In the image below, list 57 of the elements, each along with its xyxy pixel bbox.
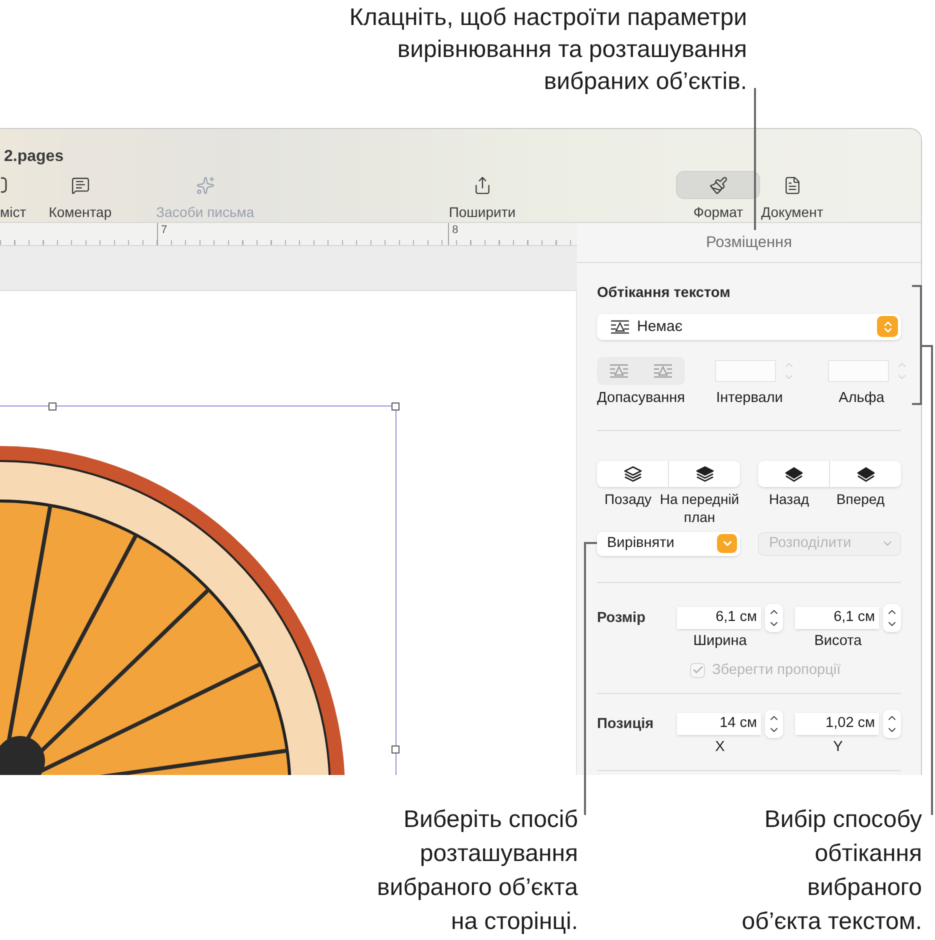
text-wrap-icon [653, 364, 673, 378]
sparkle-icon [196, 176, 215, 194]
field-label: X [715, 738, 725, 756]
row-label: Позиція [597, 715, 655, 734]
button-label: Вперед [835, 490, 886, 508]
stepper[interactable] [765, 710, 783, 738]
toolbar-button[interactable] [676, 171, 760, 199]
ruler-label: 7 [157, 223, 168, 245]
number-field[interactable]: 14 см [677, 713, 761, 736]
toolbar-label: Формат [693, 205, 744, 219]
layers-icon [694, 464, 714, 482]
toolbar-label: Документ [761, 205, 824, 219]
toolbar-label: Поширити [448, 205, 516, 219]
number-field[interactable]: 6,1 см [677, 606, 761, 628]
window-title: 2.pages [4, 147, 64, 167]
number-field[interactable] [828, 360, 889, 382]
callout-text: Клацніть, щоб настроїти параметри вирівнювання та розташування вибраних об’єктів. [349, 3, 747, 97]
field-label: Висота [814, 632, 862, 650]
field-label: Альфа [838, 388, 884, 408]
resize-handle[interactable] [392, 402, 400, 410]
sidebar-tab[interactable]: Розміщення [706, 230, 792, 254]
speech-bubble-icon [70, 176, 90, 194]
share-icon [472, 176, 492, 194]
stepper[interactable] [883, 710, 901, 738]
resize-handle[interactable] [48, 402, 56, 410]
document-icon [782, 176, 802, 194]
ruler-label: 8 [448, 223, 458, 245]
field-label: Ширина [693, 632, 747, 650]
align-dropdown[interactable]: Вирівняти [597, 532, 740, 556]
layers-icon [622, 464, 642, 482]
dropdown-arrows-icon [877, 316, 898, 338]
stepper[interactable] [765, 604, 783, 632]
wrap-dropdown[interactable]: Немає [597, 314, 901, 340]
row-label: Розмір [597, 608, 646, 628]
button-label: На передній план [659, 490, 740, 526]
field-label: Допасування [597, 388, 685, 408]
text-wrap-icon [610, 320, 630, 334]
callout-text: Вибір способу обтікання вибраного об’єкта текстом. [740, 805, 922, 937]
text-wrap-icon [609, 364, 629, 378]
chevron-icon [717, 534, 737, 553]
button-label: Назад [768, 490, 810, 508]
paintbrush-icon [708, 176, 728, 194]
button-label: Позаду [603, 490, 653, 509]
toolbar-label: міст [0, 205, 26, 219]
toolbar-label: Коментар [48, 205, 112, 219]
stepper[interactable] [883, 604, 901, 632]
number-field[interactable] [715, 360, 776, 382]
layers-icon [784, 464, 804, 482]
field-label: Y [833, 738, 843, 756]
section-title: Обтікання текстом [597, 284, 732, 303]
number-field[interactable]: 6,1 см [795, 606, 879, 628]
toolbar-label: Засоби письма [156, 205, 254, 219]
field-label: Інтервали [716, 388, 783, 408]
resize-handle[interactable] [392, 746, 400, 754]
layers-icon [856, 464, 876, 482]
callout-text: Виберіть спосіб розташування вибраного об’єкта на сторінці. [376, 805, 578, 937]
number-field[interactable]: 1,02 см [795, 713, 879, 736]
